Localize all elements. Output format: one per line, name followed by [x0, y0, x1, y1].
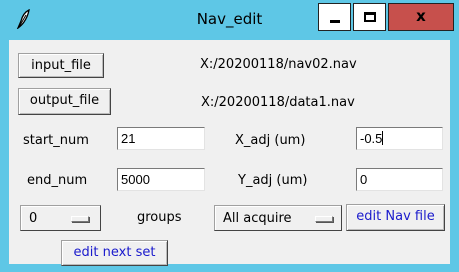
edit-nav-file-button[interactable]: edit Nav file	[346, 204, 445, 231]
x-adj-field[interactable]: -0.5	[356, 127, 443, 150]
close-icon: x	[416, 7, 426, 25]
y-adj-field[interactable]: 0	[356, 168, 443, 191]
output-file-button[interactable]: output_file	[18, 88, 111, 115]
close-button[interactable]: x	[388, 3, 454, 31]
maximize-button[interactable]	[353, 3, 386, 31]
minimize-button[interactable]	[318, 3, 351, 31]
maximize-icon	[364, 12, 376, 22]
edit-next-set-button[interactable]: edit next set	[61, 240, 168, 266]
output-file-path: X:/20200118/data1.nav	[201, 95, 355, 110]
acquire-select[interactable]: All acquire	[214, 205, 342, 231]
end-num-label: end_num	[27, 173, 88, 188]
dropdown-indicator-icon	[71, 216, 89, 222]
groups-select-value: 0	[29, 211, 38, 226]
groups-select[interactable]: 0	[20, 205, 101, 231]
x-adj-label: X_adj (um)	[235, 133, 306, 148]
end-num-field[interactable]: 5000	[117, 168, 205, 191]
dropdown-indicator-icon	[315, 216, 333, 222]
minimize-icon	[330, 20, 340, 23]
groups-label: groups	[137, 210, 182, 225]
client-area: input_file X:/20200118/nav02.nav output_…	[9, 40, 450, 266]
text-caret	[382, 131, 384, 145]
nav-edit-window: Nav_edit x input_file X:/20200118/nav02.…	[0, 0, 459, 272]
title-bar[interactable]: Nav_edit x	[1, 1, 458, 37]
acquire-select-value: All acquire	[223, 211, 292, 226]
input-file-path: X:/20200118/nav02.nav	[200, 57, 357, 72]
y-adj-label: Y_adj (um)	[238, 173, 308, 188]
start-num-field[interactable]: 21	[117, 127, 205, 150]
input-file-button[interactable]: input_file	[18, 53, 104, 78]
start-num-label: start_num	[23, 133, 89, 148]
